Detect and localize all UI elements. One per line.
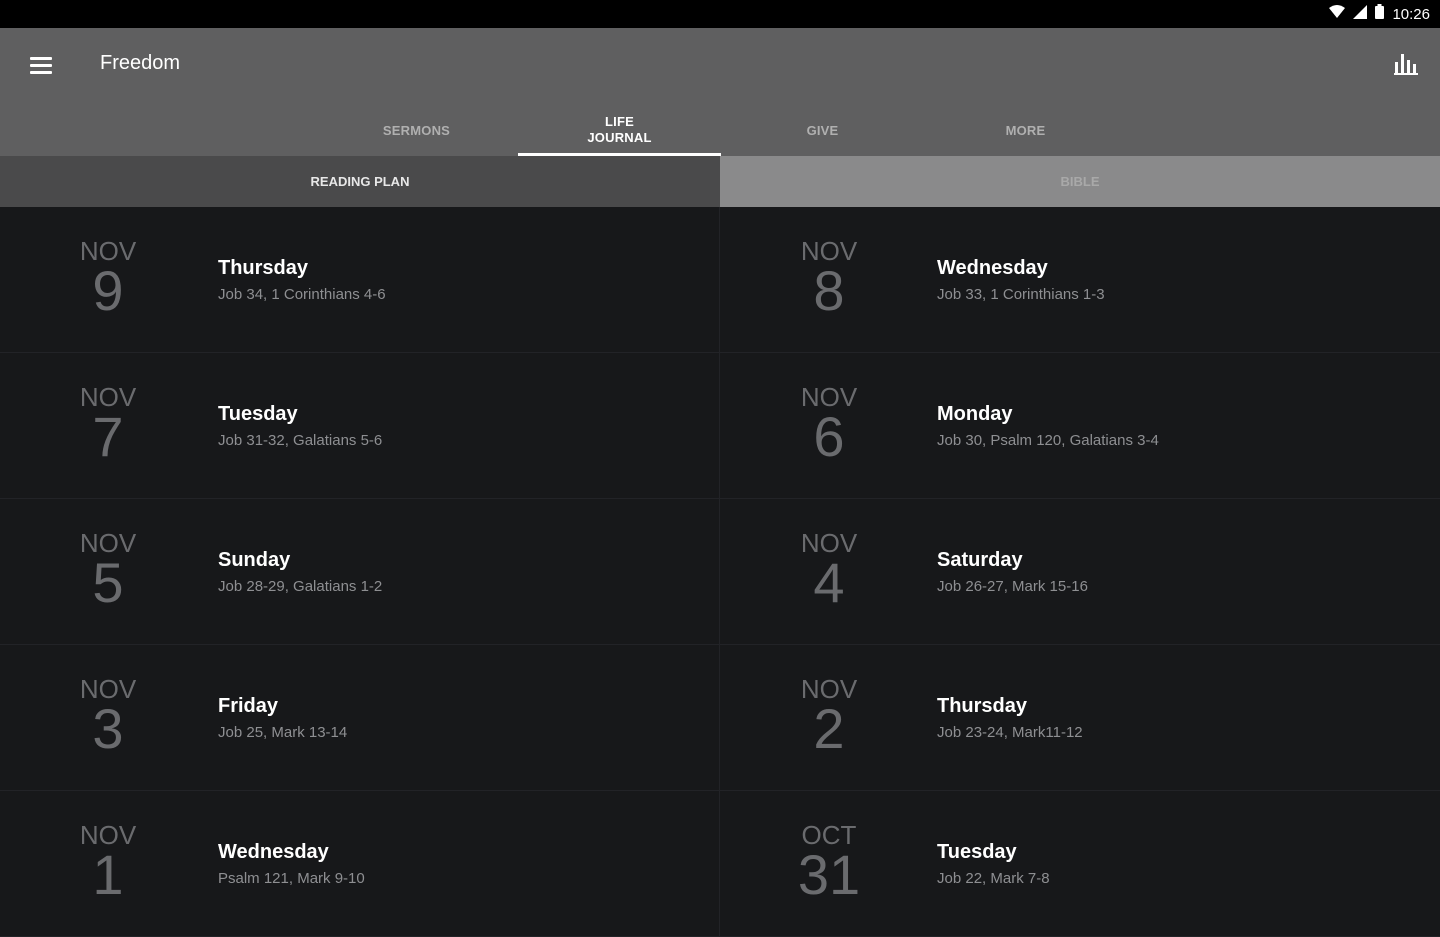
entry-weekday: Thursday bbox=[218, 257, 309, 279]
app-toolbar: Freedom SERMONS LIFE JOURNAL GIVE MORE bbox=[0, 28, 1440, 156]
entry-day: 2 bbox=[813, 697, 845, 760]
entry-day: 9 bbox=[92, 259, 124, 322]
entry-date: OCT 31 bbox=[781, 821, 877, 906]
entry-weekday: Saturday bbox=[937, 549, 1023, 571]
reading-entry[interactable]: NOV 6 Monday Job 30, Psalm 120, Galatian… bbox=[720, 353, 1440, 499]
entry-day: 7 bbox=[92, 405, 124, 468]
reading-entry[interactable]: NOV 8 Wednesday Job 33, 1 Corinthians 1-… bbox=[720, 207, 1440, 353]
reading-entry[interactable]: NOV 2 Thursday Job 23-24, Mark11-12 bbox=[720, 645, 1440, 791]
entry-reading: Psalm 121, Mark 9-10 bbox=[218, 870, 365, 887]
wifi-icon bbox=[1329, 4, 1346, 24]
entry-day: 1 bbox=[92, 843, 124, 906]
entry-reading: Job 28-29, Galatians 1-2 bbox=[218, 578, 383, 595]
entry-day: 31 bbox=[797, 843, 861, 906]
entry-date: NOV 4 bbox=[781, 529, 877, 614]
signal-icon bbox=[1353, 4, 1368, 24]
entry-date: NOV 5 bbox=[60, 529, 156, 614]
main-tabs: SERMONS LIFE JOURNAL GIVE MORE bbox=[315, 106, 1127, 156]
menu-icon[interactable] bbox=[28, 53, 54, 77]
tab-give[interactable]: GIVE bbox=[721, 106, 924, 156]
entry-day: 5 bbox=[92, 551, 124, 614]
status-time: 10:26 bbox=[1392, 5, 1430, 23]
reading-entry[interactable]: NOV 5 Sunday Job 28-29, Galatians 1-2 bbox=[0, 499, 720, 645]
entry-reading: Job 22, Mark 7-8 bbox=[937, 870, 1050, 887]
entry-reading: Job 25, Mark 13-14 bbox=[218, 724, 348, 741]
entry-date: NOV 7 bbox=[60, 383, 156, 468]
entry-reading: Job 34, 1 Corinthians 4-6 bbox=[218, 286, 386, 303]
entry-weekday: Monday bbox=[937, 403, 1013, 425]
entry-reading: Job 26-27, Mark 15-16 bbox=[937, 578, 1088, 595]
entry-weekday: Tuesday bbox=[937, 841, 1017, 863]
entry-day: 4 bbox=[813, 551, 845, 614]
tab-more[interactable]: MORE bbox=[924, 106, 1127, 156]
bar-chart-icon[interactable] bbox=[1394, 52, 1418, 76]
reading-entry[interactable]: NOV 4 Saturday Job 26-27, Mark 15-16 bbox=[720, 499, 1440, 645]
reading-plan-list: NOV 9 Thursday Job 34, 1 Corinthians 4-6… bbox=[0, 207, 1440, 937]
entry-weekday: Tuesday bbox=[218, 403, 298, 425]
reading-entry[interactable]: NOV 9 Thursday Job 34, 1 Corinthians 4-6 bbox=[0, 207, 720, 353]
reading-entry[interactable]: NOV 1 Wednesday Psalm 121, Mark 9-10 bbox=[0, 791, 720, 937]
subtab-bible[interactable]: BIBLE bbox=[720, 156, 1440, 207]
entry-reading: Job 23-24, Mark11-12 bbox=[937, 724, 1083, 741]
entry-date: NOV 8 bbox=[781, 237, 877, 322]
sub-tabs: READING PLAN BIBLE bbox=[0, 156, 1440, 207]
entry-day: 8 bbox=[813, 259, 845, 322]
entry-date: NOV 1 bbox=[60, 821, 156, 906]
entry-weekday: Wednesday bbox=[937, 257, 1048, 279]
entry-date: NOV 2 bbox=[781, 675, 877, 760]
tab-life-journal[interactable]: LIFE JOURNAL bbox=[518, 106, 721, 156]
entry-reading: Job 33, 1 Corinthians 1-3 bbox=[937, 286, 1105, 303]
entry-reading: Job 30, Psalm 120, Galatians 3-4 bbox=[937, 432, 1159, 449]
reading-entry[interactable]: NOV 7 Tuesday Job 31-32, Galatians 5-6 bbox=[0, 353, 720, 499]
entry-date: NOV 3 bbox=[60, 675, 156, 760]
entry-weekday: Friday bbox=[218, 695, 279, 717]
subtab-reading-plan[interactable]: READING PLAN bbox=[0, 156, 720, 207]
reading-entry[interactable]: OCT 31 Tuesday Job 22, Mark 7-8 bbox=[720, 791, 1440, 937]
entry-weekday: Wednesday bbox=[218, 841, 329, 863]
entry-date: NOV 6 bbox=[781, 383, 877, 468]
entry-day: 3 bbox=[92, 697, 124, 760]
entry-day: 6 bbox=[813, 405, 845, 468]
reading-entry[interactable]: NOV 3 Friday Job 25, Mark 13-14 bbox=[0, 645, 720, 791]
status-bar: 10:26 bbox=[0, 0, 1440, 28]
entry-reading: Job 31-32, Galatians 5-6 bbox=[218, 432, 383, 449]
entry-date: NOV 9 bbox=[60, 237, 156, 322]
tab-sermons[interactable]: SERMONS bbox=[315, 106, 518, 156]
entry-weekday: Thursday bbox=[937, 695, 1028, 717]
battery-icon bbox=[1375, 4, 1385, 24]
entry-weekday: Sunday bbox=[218, 549, 291, 571]
page-title: Freedom bbox=[100, 52, 181, 74]
